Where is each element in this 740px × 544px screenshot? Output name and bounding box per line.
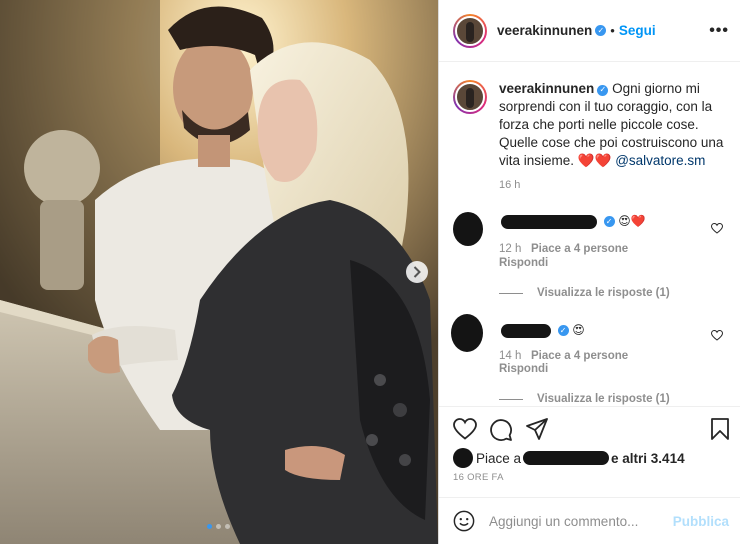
- redacted-username: [501, 323, 551, 338]
- author-username[interactable]: veerakinnunen: [497, 23, 592, 38]
- more-options-icon[interactable]: •••: [709, 22, 729, 40]
- comment-likes[interactable]: Piace a 4 persone: [531, 243, 628, 255]
- verified-icon: ✓: [603, 216, 615, 227]
- comment-time: 14 h: [499, 350, 522, 362]
- emoji-picker-icon[interactable]: [453, 510, 475, 532]
- comment-bubble-icon[interactable]: [489, 418, 513, 442]
- carousel-dots: [207, 524, 230, 529]
- caption-hearts: ❤️❤️: [577, 153, 612, 168]
- redacted-avatar: [451, 314, 483, 352]
- view-replies-label: Visualizza le risposte (1): [537, 287, 670, 299]
- comment-emoji: 😍❤️: [618, 214, 646, 228]
- caption-mention-link[interactable]: @salvatore.sm: [615, 153, 705, 168]
- likes-summary[interactable]: Piace a e altri 3.414: [453, 448, 685, 468]
- follow-button[interactable]: Segui: [619, 23, 656, 38]
- caption-avatar[interactable]: [453, 80, 487, 114]
- post-side-panel: veerakinnunen ✓ • Segui ••• veerakinnune…: [438, 0, 740, 544]
- caption-username[interactable]: veerakinnunen: [499, 81, 594, 96]
- publish-button[interactable]: Pubblica: [673, 514, 729, 529]
- likes-prefix: Piace a: [476, 450, 522, 466]
- carousel-dot: [216, 524, 221, 529]
- post-timestamp: 16 ORE FA: [453, 472, 504, 483]
- likes-others[interactable]: e altri 3.414: [611, 451, 685, 466]
- redacted-username: [523, 451, 610, 465]
- save-bookmark-icon[interactable]: [711, 418, 729, 440]
- photo-scene: [0, 0, 438, 544]
- caption-time: 16 h: [499, 179, 521, 191]
- carousel-dot: [207, 524, 212, 529]
- carousel-dot: [225, 524, 230, 529]
- comment-likes[interactable]: Piace a 4 persone: [531, 350, 628, 362]
- view-replies-label: Visualizza le risposte (1): [537, 393, 670, 405]
- separator-dot: •: [610, 23, 615, 38]
- reply-button[interactable]: Rispondi: [499, 363, 548, 375]
- like-heart-icon[interactable]: [453, 418, 477, 440]
- redacted-username: [501, 214, 597, 229]
- verified-icon: ✓: [597, 84, 609, 96]
- like-comment-icon[interactable]: [711, 330, 723, 341]
- post-photo[interactable]: [0, 0, 438, 544]
- verified-icon: ✓: [595, 25, 607, 36]
- reply-button[interactable]: Rispondi: [499, 257, 548, 269]
- chevron-right-icon: [413, 266, 421, 278]
- comment-input[interactable]: [489, 513, 669, 529]
- post-caption: veerakinnunen ✓ Ogni giorno mi sorprendi …: [453, 80, 733, 170]
- like-comment-icon[interactable]: [711, 223, 723, 234]
- author-avatar[interactable]: [453, 13, 487, 48]
- view-replies-button[interactable]: Visualizza le risposte (1): [499, 287, 670, 299]
- verified-icon: ✓: [557, 325, 569, 336]
- add-comment-bar: Pubblica: [439, 497, 740, 544]
- view-replies-button[interactable]: Visualizza le risposte (1): [499, 393, 670, 405]
- redacted-avatar: [453, 448, 473, 468]
- post-header: veerakinnunen ✓ • Segui •••: [439, 0, 740, 62]
- carousel-next-button[interactable]: [406, 261, 428, 283]
- instagram-post: veerakinnunen ✓ • Segui ••• veerakinnune…: [0, 0, 740, 544]
- comment-emoji: 😍: [572, 323, 585, 337]
- share-send-icon[interactable]: [526, 418, 548, 440]
- action-bar: [439, 406, 740, 452]
- comment-time: 12 h: [499, 243, 522, 255]
- redacted-avatar: [453, 212, 483, 246]
